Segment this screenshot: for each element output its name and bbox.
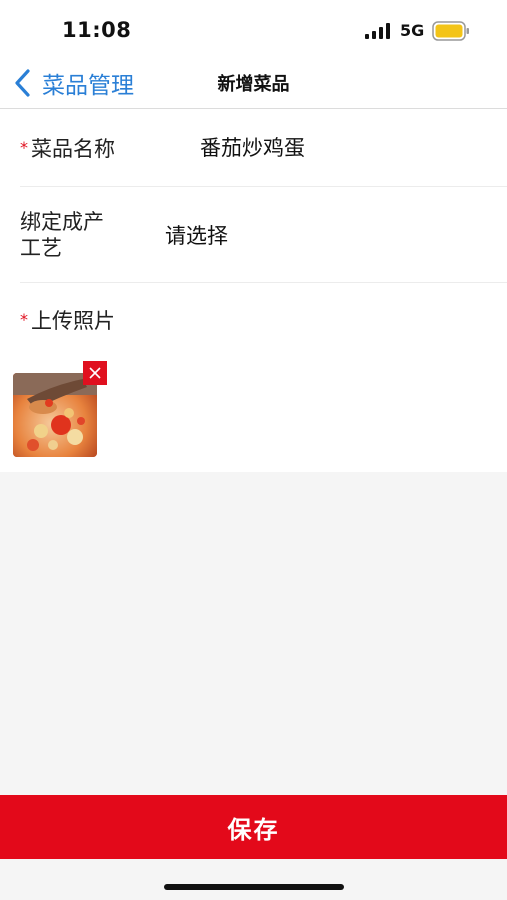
photo-label-text: 上传照片 <box>31 309 115 333</box>
required-mark: * <box>20 138 28 157</box>
dish-photo[interactable] <box>13 373 97 457</box>
required-mark: * <box>20 310 28 329</box>
photo-label: * 上传照片 <box>20 307 115 334</box>
page-title: 新增菜品 <box>217 74 290 95</box>
signal-bars-icon <box>365 23 390 39</box>
process-label: 绑定成产 工艺 <box>20 209 104 261</box>
delete-photo-button[interactable] <box>83 361 107 385</box>
form-panel: * 菜品名称 番茄炒鸡蛋 绑定成产 工艺 请选择 * 上传照片 <box>0 109 507 472</box>
process-label-line2: 工艺 <box>20 236 62 260</box>
dish-name-label: * 菜品名称 <box>20 135 115 162</box>
divider <box>20 186 507 187</box>
dish-name-label-text: 菜品名称 <box>31 137 115 161</box>
network-label: 5G <box>400 21 425 40</box>
photo-thumbnail[interactable] <box>13 361 107 457</box>
status-time: 11:08 <box>62 18 132 42</box>
process-select[interactable]: 请选择 <box>165 223 228 249</box>
status-bar: 11:08 5G <box>0 0 507 62</box>
save-button[interactable]: 保存 <box>0 795 507 859</box>
dish-photo-image <box>13 373 97 457</box>
process-label-line1: 绑定成产 <box>20 210 104 234</box>
home-indicator <box>164 884 344 890</box>
divider <box>20 282 507 283</box>
close-icon <box>89 367 101 379</box>
battery-icon <box>432 21 469 41</box>
dish-name-input[interactable]: 番茄炒鸡蛋 <box>200 135 305 161</box>
navigation-bar: 菜品管理 新增菜品 <box>0 62 507 109</box>
